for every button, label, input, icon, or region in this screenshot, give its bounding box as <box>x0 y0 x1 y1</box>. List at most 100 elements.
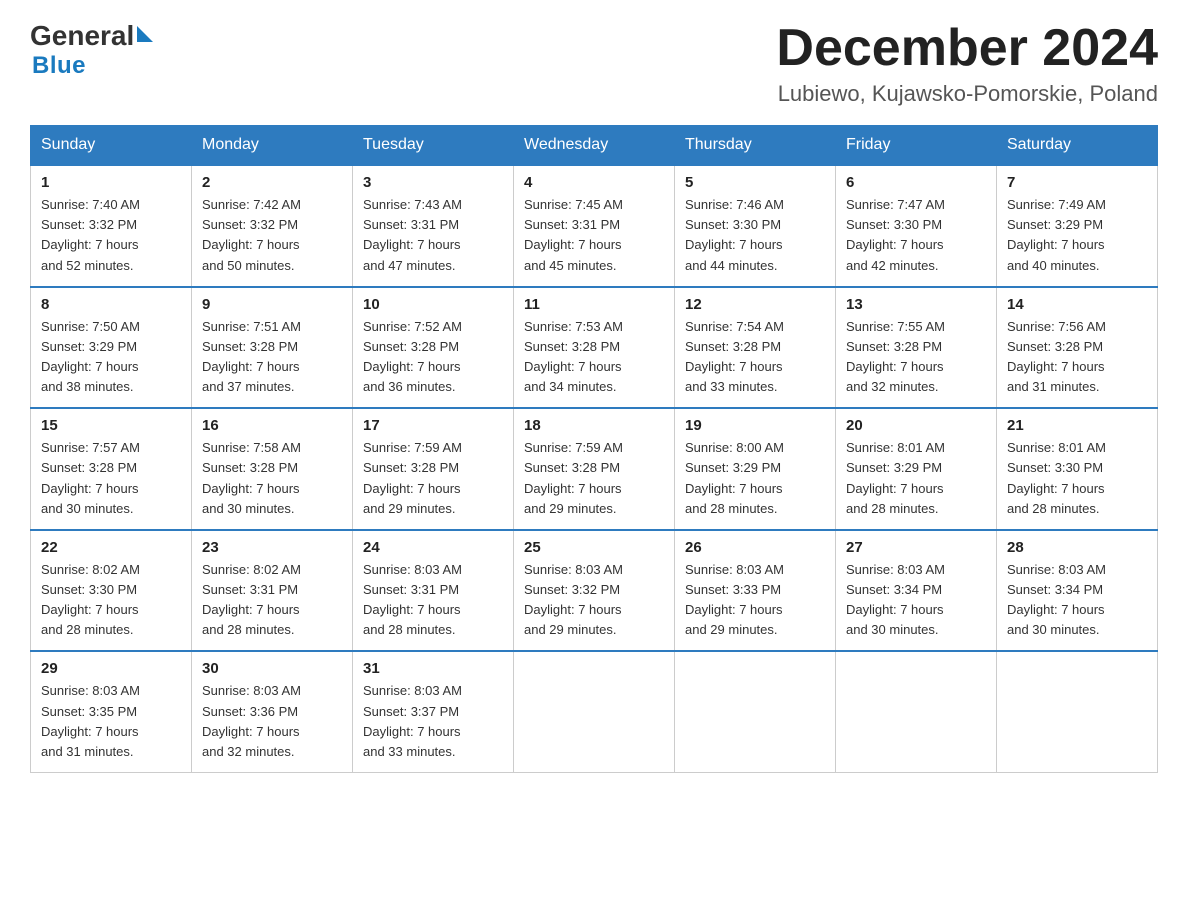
table-row: 9 Sunrise: 7:51 AMSunset: 3:28 PMDaylight… <box>192 287 353 409</box>
day-number: 13 <box>846 296 986 313</box>
table-row: 16Sunrise: 7:58 AMSunset: 3:28 PMDayligh… <box>192 408 353 530</box>
day-info: Sunrise: 8:00 AMSunset: 3:29 PMDaylight:… <box>685 438 825 519</box>
day-number: 8 <box>41 296 181 313</box>
day-info: Sunrise: 7:40 AMSunset: 3:32 PMDaylight:… <box>41 195 181 276</box>
day-info: Sunrise: 7:47 AMSunset: 3:30 PMDaylight:… <box>846 195 986 276</box>
day-number: 4 <box>524 174 664 191</box>
logo-blue-text: Blue <box>32 52 86 80</box>
table-row <box>997 651 1158 772</box>
day-number: 11 <box>524 296 664 313</box>
table-row: 25Sunrise: 8:03 AMSunset: 3:32 PMDayligh… <box>514 530 675 652</box>
day-number: 28 <box>1007 539 1147 556</box>
calendar-week-row: 22 Sunrise: 8:02 AMSunset: 3:30 PMDayligh… <box>31 530 1158 652</box>
page-header: General Blue December 2024 Lubiewo, Kuja… <box>30 20 1158 107</box>
day-number: 2 <box>202 174 342 191</box>
day-info: Sunrise: 8:03 AMSunset: 3:31 PMDaylight:… <box>363 560 503 641</box>
table-row: 21 Sunrise: 8:01 AMSunset: 3:30 PMDayligh… <box>997 408 1158 530</box>
day-info: Sunrise: 8:03 AMSunset: 3:36 PMDaylight:… <box>202 681 342 762</box>
table-row <box>514 651 675 772</box>
table-row <box>836 651 997 772</box>
table-row: 30 Sunrise: 8:03 AMSunset: 3:36 PMDayligh… <box>192 651 353 772</box>
day-number: 1 <box>41 174 181 191</box>
table-row: 5Sunrise: 7:46 AMSunset: 3:30 PMDaylight… <box>675 165 836 287</box>
day-number: 7 <box>1007 174 1147 191</box>
table-row: 3 Sunrise: 7:43 AMSunset: 3:31 PMDaylight… <box>353 165 514 287</box>
table-row: 14Sunrise: 7:56 AMSunset: 3:28 PMDayligh… <box>997 287 1158 409</box>
table-row: 29 Sunrise: 8:03 AMSunset: 3:35 PMDayligh… <box>31 651 192 772</box>
table-row: 18 Sunrise: 7:59 AMSunset: 3:28 PMDayligh… <box>514 408 675 530</box>
day-info: Sunrise: 8:01 AMSunset: 3:30 PMDaylight:… <box>1007 438 1147 519</box>
table-row: 7 Sunrise: 7:49 AMSunset: 3:29 PMDaylight… <box>997 165 1158 287</box>
day-number: 19 <box>685 417 825 434</box>
day-info: Sunrise: 7:50 AMSunset: 3:29 PMDaylight:… <box>41 317 181 398</box>
table-row: 22 Sunrise: 8:02 AMSunset: 3:30 PMDayligh… <box>31 530 192 652</box>
table-row: 31Sunrise: 8:03 AMSunset: 3:37 PMDayligh… <box>353 651 514 772</box>
day-number: 17 <box>363 417 503 434</box>
logo: General Blue <box>30 20 153 80</box>
table-row: 15Sunrise: 7:57 AMSunset: 3:28 PMDayligh… <box>31 408 192 530</box>
day-number: 6 <box>846 174 986 191</box>
day-info: Sunrise: 7:51 AMSunset: 3:28 PMDaylight:… <box>202 317 342 398</box>
location-text: Lubiewo, Kujawsko-Pomorskie, Poland <box>776 81 1158 107</box>
table-row: 28 Sunrise: 8:03 AMSunset: 3:34 PMDayligh… <box>997 530 1158 652</box>
day-number: 20 <box>846 417 986 434</box>
col-wednesday: Wednesday <box>514 126 675 166</box>
day-info: Sunrise: 7:43 AMSunset: 3:31 PMDaylight:… <box>363 195 503 276</box>
day-number: 26 <box>685 539 825 556</box>
day-number: 23 <box>202 539 342 556</box>
day-number: 22 <box>41 539 181 556</box>
day-number: 9 <box>202 296 342 313</box>
day-number: 10 <box>363 296 503 313</box>
day-info: Sunrise: 8:03 AMSunset: 3:34 PMDaylight:… <box>846 560 986 641</box>
table-row: 26Sunrise: 8:03 AMSunset: 3:33 PMDayligh… <box>675 530 836 652</box>
day-info: Sunrise: 7:59 AMSunset: 3:28 PMDaylight:… <box>524 438 664 519</box>
day-number: 12 <box>685 296 825 313</box>
col-monday: Monday <box>192 126 353 166</box>
col-thursday: Thursday <box>675 126 836 166</box>
calendar-week-row: 15Sunrise: 7:57 AMSunset: 3:28 PMDayligh… <box>31 408 1158 530</box>
day-number: 3 <box>363 174 503 191</box>
day-info: Sunrise: 7:59 AMSunset: 3:28 PMDaylight:… <box>363 438 503 519</box>
day-info: Sunrise: 7:42 AMSunset: 3:32 PMDaylight:… <box>202 195 342 276</box>
table-row: 10Sunrise: 7:52 AMSunset: 3:28 PMDayligh… <box>353 287 514 409</box>
table-row: 4 Sunrise: 7:45 AMSunset: 3:31 PMDaylight… <box>514 165 675 287</box>
calendar-table: Sunday Monday Tuesday Wednesday Thursday… <box>30 125 1158 773</box>
logo-general-text: General <box>30 20 134 52</box>
day-info: Sunrise: 8:01 AMSunset: 3:29 PMDaylight:… <box>846 438 986 519</box>
table-row: 17 Sunrise: 7:59 AMSunset: 3:28 PMDayligh… <box>353 408 514 530</box>
day-info: Sunrise: 7:45 AMSunset: 3:31 PMDaylight:… <box>524 195 664 276</box>
day-info: Sunrise: 8:02 AMSunset: 3:30 PMDaylight:… <box>41 560 181 641</box>
col-saturday: Saturday <box>997 126 1158 166</box>
table-row: 11Sunrise: 7:53 AMSunset: 3:28 PMDayligh… <box>514 287 675 409</box>
day-info: Sunrise: 8:03 AMSunset: 3:37 PMDaylight:… <box>363 681 503 762</box>
day-info: Sunrise: 8:03 AMSunset: 3:35 PMDaylight:… <box>41 681 181 762</box>
day-number: 5 <box>685 174 825 191</box>
day-info: Sunrise: 7:55 AMSunset: 3:28 PMDaylight:… <box>846 317 986 398</box>
day-info: Sunrise: 7:49 AMSunset: 3:29 PMDaylight:… <box>1007 195 1147 276</box>
table-row: 8 Sunrise: 7:50 AMSunset: 3:29 PMDaylight… <box>31 287 192 409</box>
day-number: 24 <box>363 539 503 556</box>
calendar-week-row: 29 Sunrise: 8:03 AMSunset: 3:35 PMDayligh… <box>31 651 1158 772</box>
table-row <box>675 651 836 772</box>
day-info: Sunrise: 7:54 AMSunset: 3:28 PMDaylight:… <box>685 317 825 398</box>
table-row: 2 Sunrise: 7:42 AMSunset: 3:32 PMDaylight… <box>192 165 353 287</box>
col-friday: Friday <box>836 126 997 166</box>
day-number: 18 <box>524 417 664 434</box>
table-row: 24 Sunrise: 8:03 AMSunset: 3:31 PMDayligh… <box>353 530 514 652</box>
day-info: Sunrise: 7:58 AMSunset: 3:28 PMDaylight:… <box>202 438 342 519</box>
table-row: 6 Sunrise: 7:47 AMSunset: 3:30 PMDaylight… <box>836 165 997 287</box>
day-number: 29 <box>41 660 181 677</box>
table-row: 19 Sunrise: 8:00 AMSunset: 3:29 PMDayligh… <box>675 408 836 530</box>
day-number: 21 <box>1007 417 1147 434</box>
month-title: December 2024 <box>776 20 1158 77</box>
table-row: 23 Sunrise: 8:02 AMSunset: 3:31 PMDayligh… <box>192 530 353 652</box>
day-info: Sunrise: 8:02 AMSunset: 3:31 PMDaylight:… <box>202 560 342 641</box>
day-number: 30 <box>202 660 342 677</box>
calendar-header-row: Sunday Monday Tuesday Wednesday Thursday… <box>31 126 1158 166</box>
table-row: 12 Sunrise: 7:54 AMSunset: 3:28 PMDayligh… <box>675 287 836 409</box>
day-info: Sunrise: 8:03 AMSunset: 3:34 PMDaylight:… <box>1007 560 1147 641</box>
day-info: Sunrise: 8:03 AMSunset: 3:32 PMDaylight:… <box>524 560 664 641</box>
table-row: 1 Sunrise: 7:40 AMSunset: 3:32 PMDaylight… <box>31 165 192 287</box>
table-row: 13 Sunrise: 7:55 AMSunset: 3:28 PMDayligh… <box>836 287 997 409</box>
logo-triangle-icon <box>137 26 153 42</box>
